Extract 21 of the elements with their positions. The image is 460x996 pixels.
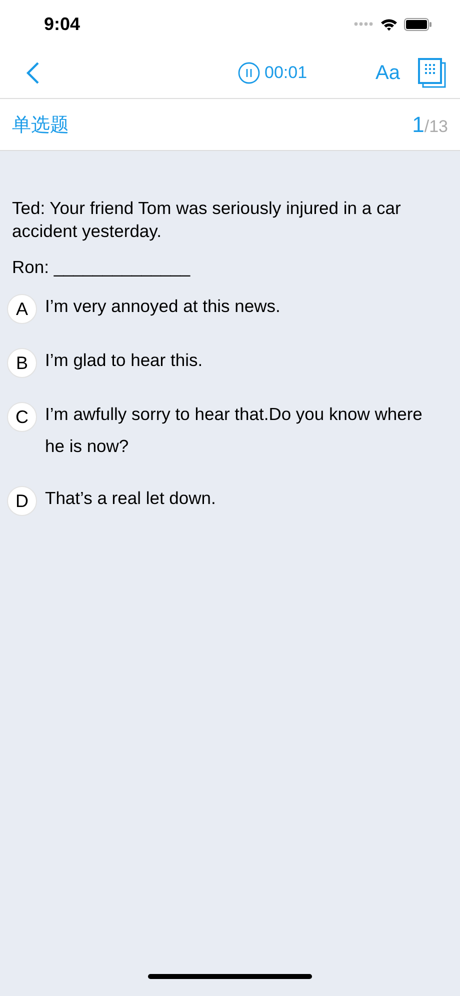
option-text[interactable]: I’m glad to hear this. — [45, 344, 217, 376]
battery-icon — [404, 18, 432, 30]
question-prompt: Ted: Your friend Tom was seriously injured in a car accident yesterday. — [12, 197, 402, 243]
answer-line: Ron: ______________ — [12, 257, 192, 278]
option-letter[interactable]: B — [7, 348, 37, 378]
option-text[interactable]: I’m awfully sorry to hear that.Do you know where he is now? — [45, 398, 460, 462]
status-time: 9:04 — [44, 14, 80, 34]
back-icon[interactable] — [26, 61, 40, 85]
option-text[interactable]: I’m very annoyed at this news. — [45, 290, 294, 322]
current-question-number: 1 — [412, 112, 424, 138]
question-total: /13 — [424, 116, 448, 136]
question-type: 单选题 — [12, 112, 69, 138]
option-letter[interactable]: C — [7, 402, 37, 432]
option-letter[interactable]: A — [7, 294, 37, 324]
option-letter[interactable]: D — [7, 486, 37, 516]
answer-sheet-icon[interactable] — [418, 58, 446, 88]
option-text[interactable]: That’s a real let down. — [45, 482, 230, 514]
signal-icon — [354, 22, 374, 26]
timer: 00:01 — [264, 63, 308, 83]
wifi-icon — [380, 18, 398, 30]
pause-icon[interactable] — [238, 62, 260, 84]
